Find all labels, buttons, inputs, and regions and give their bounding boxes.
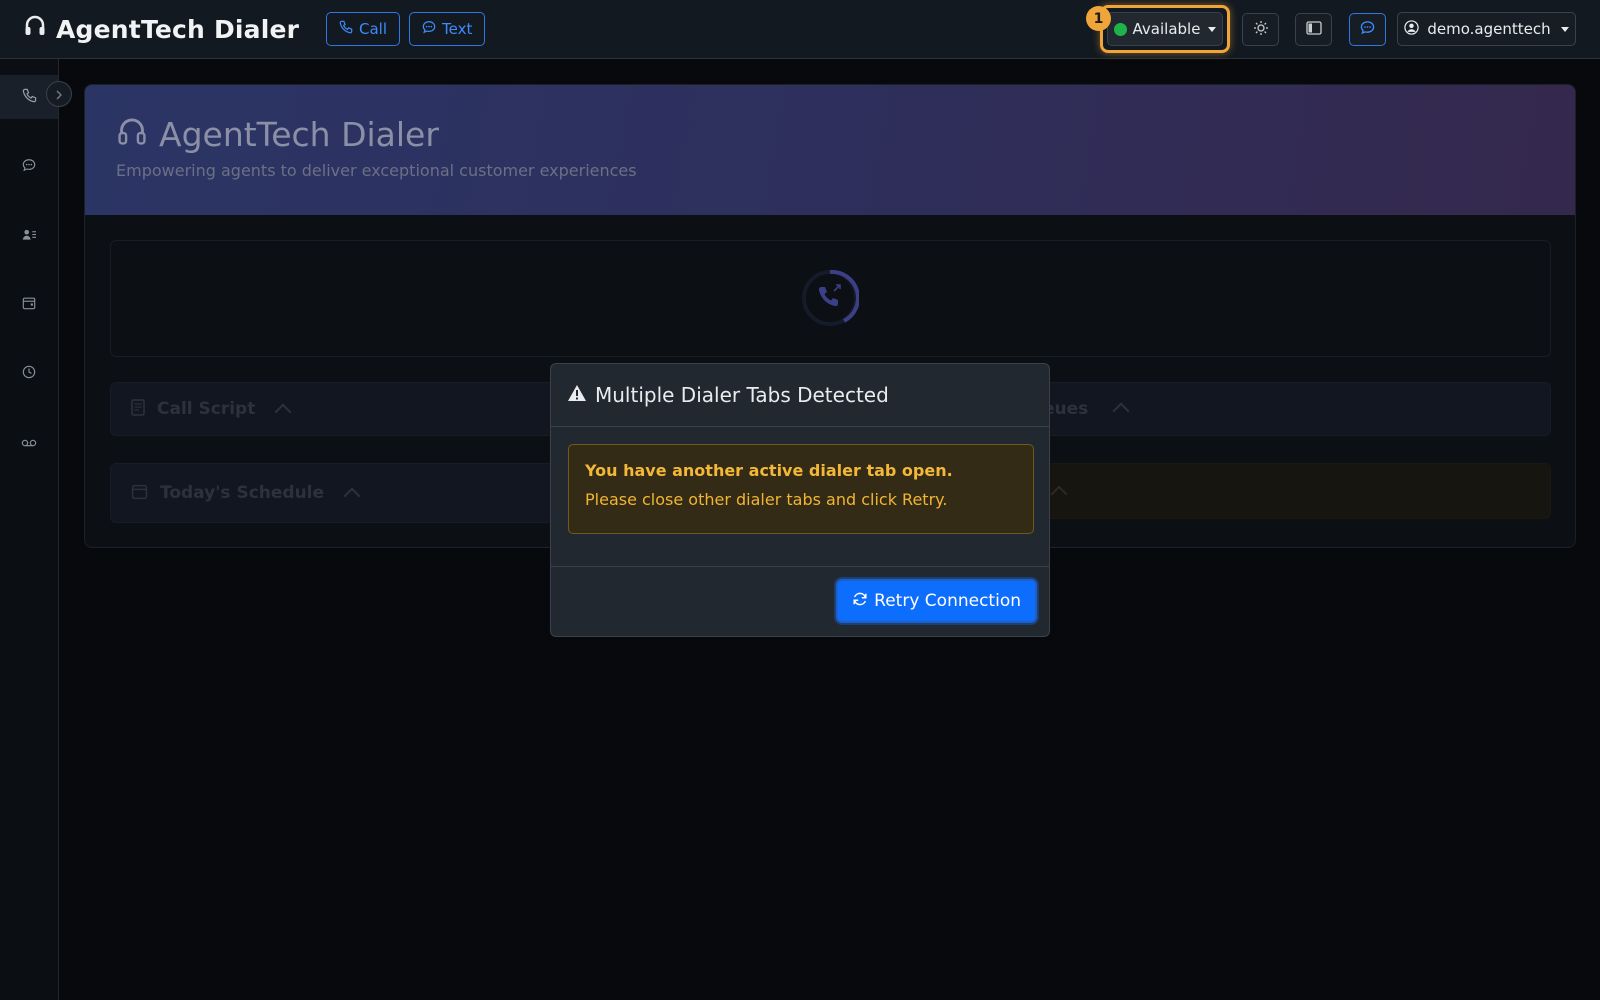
retry-connection-button[interactable]: Retry Connection	[836, 579, 1037, 623]
modal-footer: Retry Connection	[551, 566, 1049, 636]
chevron-up-icon	[343, 487, 361, 505]
contacts-icon	[22, 226, 37, 245]
brand[interactable]: AgentTech Dialer	[24, 14, 299, 44]
sidebar-expand-button[interactable]	[46, 81, 72, 107]
user-menu-dropdown[interactable]: demo.agenttech	[1397, 12, 1576, 46]
connection-loader	[110, 240, 1551, 357]
caret-down-icon	[1208, 26, 1217, 32]
theme-toggle-button[interactable]	[1242, 13, 1279, 46]
chat-toggle-button[interactable]	[1349, 13, 1386, 46]
chevron-up-icon	[1112, 402, 1130, 420]
hero-banner: AgentTech Dialer Empowering agents to de…	[85, 85, 1575, 215]
status-label: Available	[1132, 20, 1201, 38]
status-dot-icon	[1113, 22, 1127, 36]
refresh-icon	[852, 591, 868, 612]
schedule-panel[interactable]: Today's Schedule	[110, 463, 560, 523]
hero-title-text: AgentTech Dialer	[159, 115, 439, 154]
text-button-label: Text	[442, 20, 473, 38]
sidebar-item-voicemail[interactable]	[0, 420, 58, 464]
sidebar-item-messages[interactable]	[0, 144, 58, 188]
retry-button-label: Retry Connection	[874, 591, 1021, 611]
step-badge: 1	[1086, 6, 1111, 31]
history-icon	[22, 364, 36, 383]
layout-toggle-button[interactable]	[1295, 13, 1332, 46]
chevron-up-icon	[1050, 485, 1068, 503]
alert-heading: You have another active dialer tab open.	[585, 461, 953, 480]
chat-icon	[1360, 20, 1375, 39]
sidebar-item-calendar[interactable]	[0, 282, 58, 326]
status-dropdown[interactable]: Available	[1107, 12, 1223, 46]
text-button[interactable]: Text	[409, 12, 486, 46]
chat-icon	[422, 20, 436, 38]
hero-title: AgentTech Dialer	[117, 115, 439, 154]
chat-icon	[22, 157, 36, 176]
multiple-tabs-modal: Multiple Dialer Tabs Detected You have a…	[550, 363, 1050, 637]
user-circle-icon	[1404, 19, 1420, 39]
warning-alert: You have another active dialer tab open.…	[568, 444, 1034, 534]
hero-subtitle: Empowering agents to deliver exceptional…	[116, 161, 637, 180]
calendar-icon	[22, 295, 36, 314]
phone-icon	[22, 88, 37, 107]
modal-header: Multiple Dialer Tabs Detected	[551, 364, 1049, 427]
schedule-title: Today's Schedule	[160, 483, 325, 503]
call-button[interactable]: Call	[326, 12, 401, 46]
document-icon	[131, 398, 145, 420]
headset-icon	[117, 116, 147, 154]
sidebar	[0, 59, 59, 1000]
sun-icon	[1253, 20, 1269, 40]
warning-icon	[567, 384, 587, 406]
alert-message: Please close other dialer tabs and click…	[585, 490, 948, 509]
chevron-up-icon	[274, 403, 292, 421]
call-button-label: Call	[359, 20, 388, 38]
caret-down-icon	[1560, 26, 1569, 32]
phone-icon	[339, 20, 353, 38]
calendar-icon	[131, 483, 148, 504]
headset-icon	[24, 14, 46, 44]
alerts-panel[interactable]	[1030, 463, 1551, 519]
brand-title: AgentTech Dialer	[56, 14, 300, 44]
username-label: demo.agenttech	[1427, 20, 1551, 38]
chevron-right-icon	[55, 85, 63, 104]
phone-spinner-icon	[801, 269, 861, 331]
top-navbar: AgentTech Dialer Call Text Available 1 d…	[0, 0, 1600, 59]
voicemail-icon	[21, 433, 37, 452]
modal-title: Multiple Dialer Tabs Detected	[595, 383, 889, 407]
sidebar-item-contacts[interactable]	[0, 213, 58, 257]
call-script-title: Call Script	[157, 399, 256, 419]
sidebar-item-history[interactable]	[0, 351, 58, 395]
sidebar-layout-icon	[1305, 20, 1322, 39]
status-highlight: Available	[1100, 5, 1230, 53]
